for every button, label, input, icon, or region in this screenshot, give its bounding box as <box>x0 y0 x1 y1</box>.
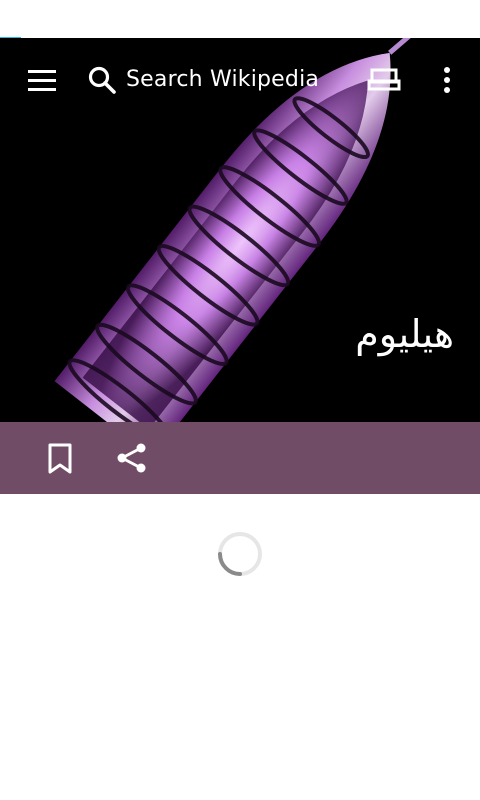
article-action-bar <box>0 422 480 494</box>
bookmark-icon[interactable] <box>40 440 80 476</box>
reading-lists-icon[interactable] <box>366 62 404 98</box>
top-toolbar: Search Wikipedia <box>0 38 480 122</box>
search-wikipedia-field[interactable]: Search Wikipedia <box>126 66 319 94</box>
hamburger-menu-icon[interactable] <box>20 60 64 100</box>
overflow-menu-icon[interactable] <box>432 60 462 100</box>
search-icon[interactable] <box>84 62 120 98</box>
share-icon[interactable] <box>112 440 152 476</box>
article-title: هيليوم <box>355 312 454 356</box>
status-bar-area <box>0 0 480 38</box>
loading-spinner <box>218 532 262 576</box>
